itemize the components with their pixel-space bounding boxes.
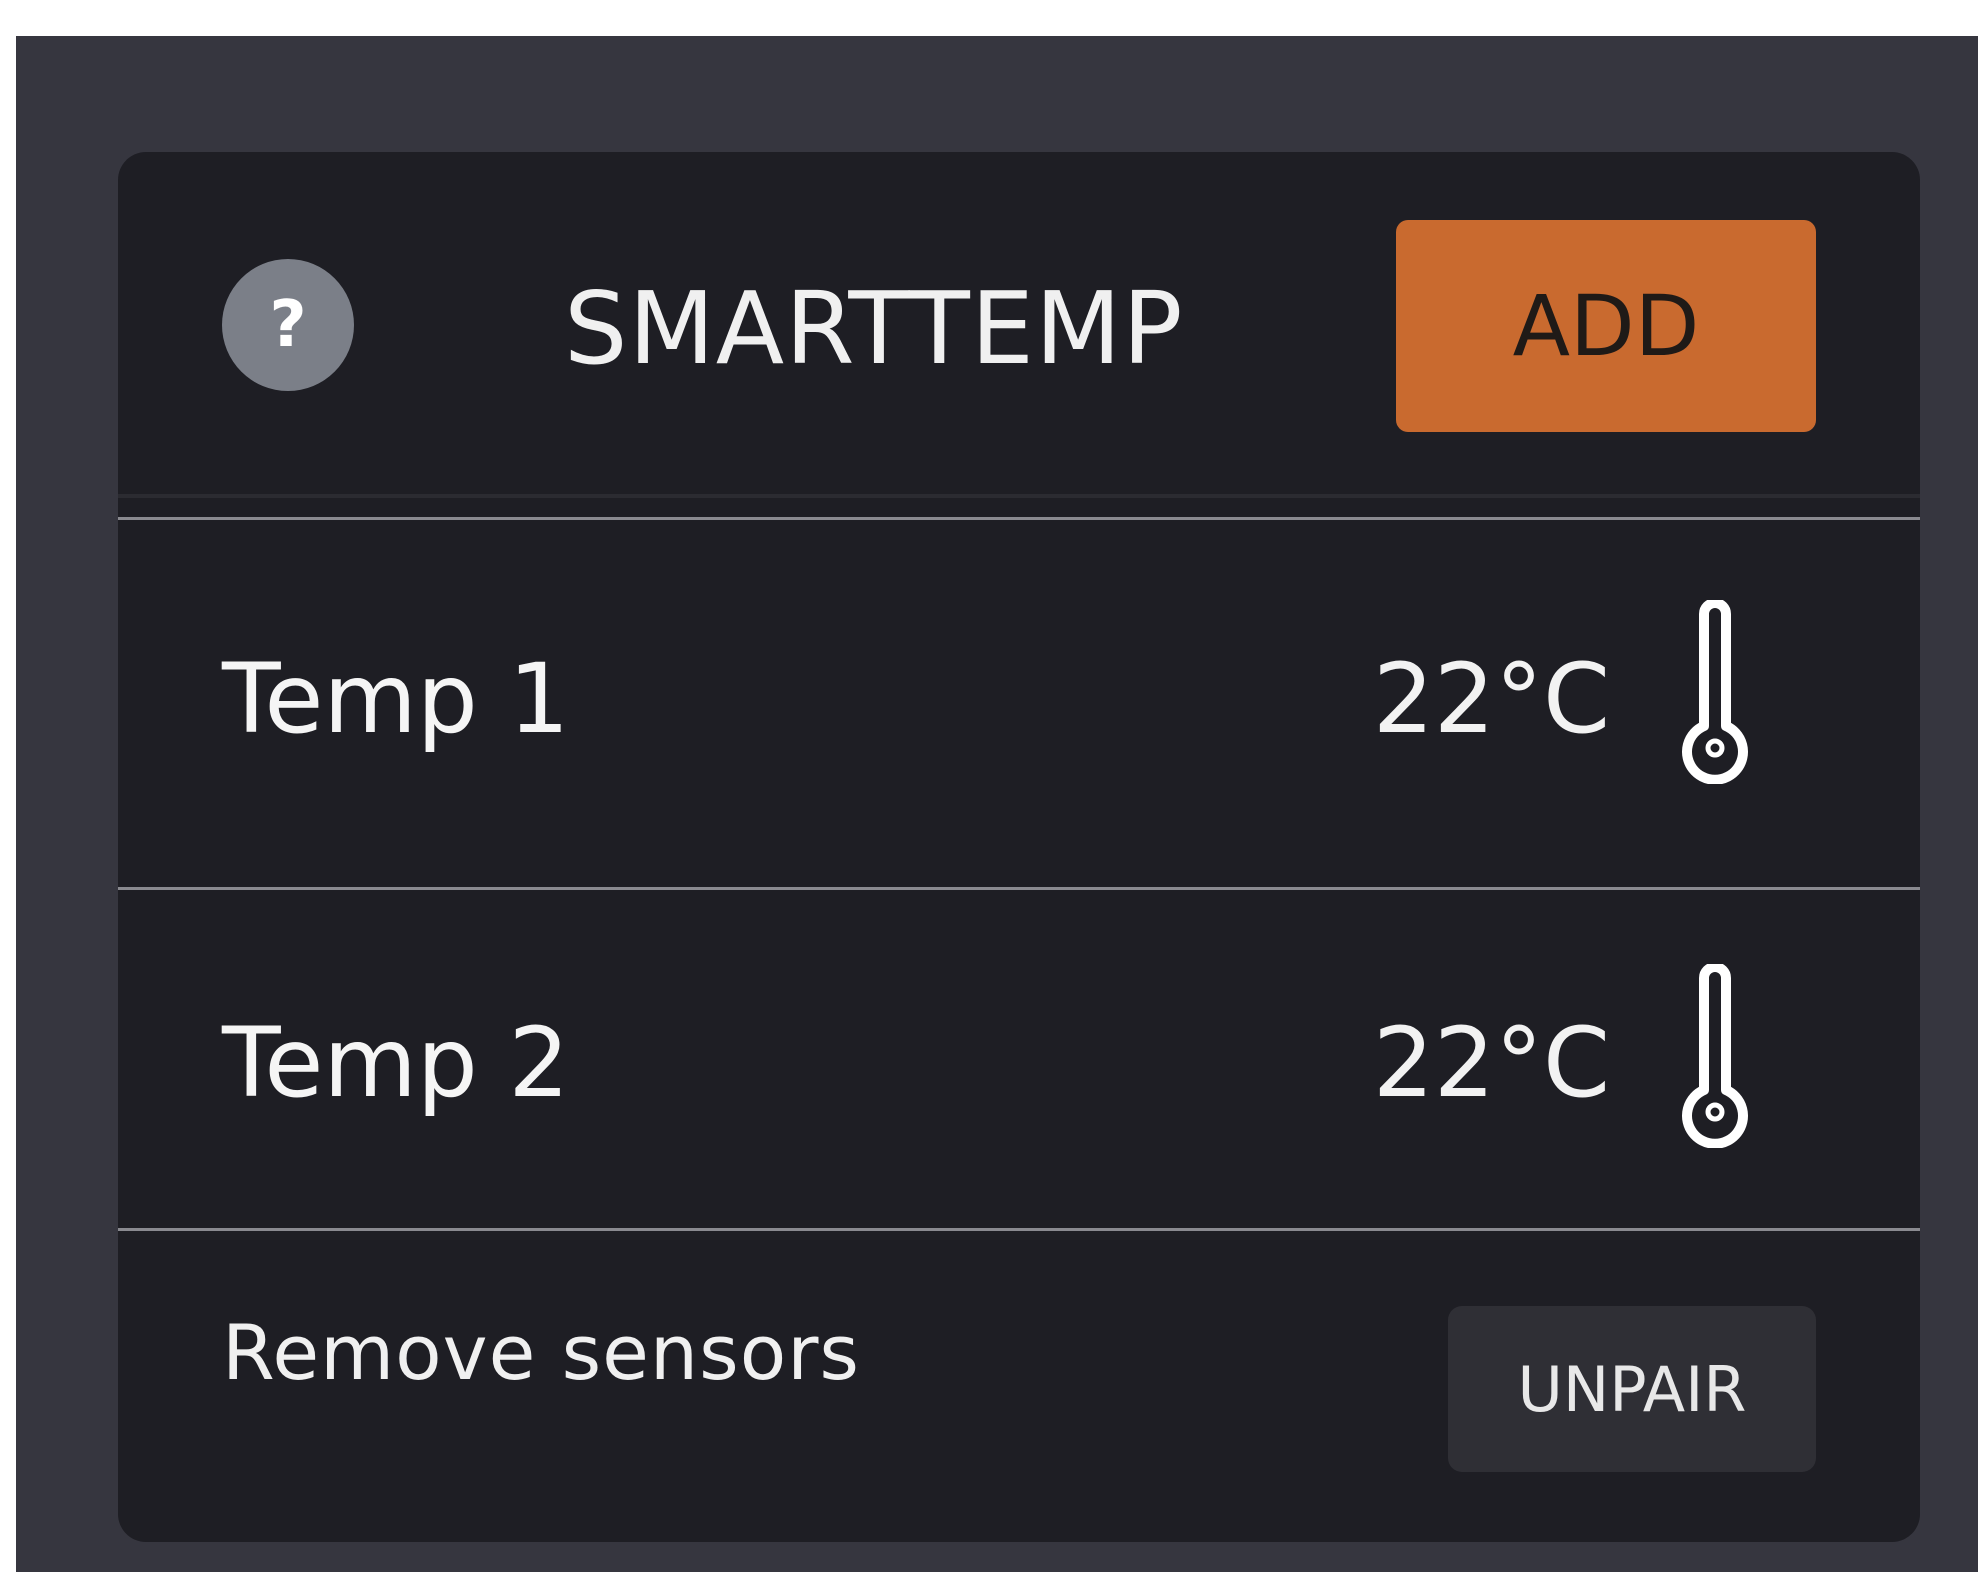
- help-icon[interactable]: ?: [222, 259, 354, 391]
- card-header: ? SMARTTEMP ADD: [118, 152, 1920, 500]
- sensor-value: 22°C: [1372, 1007, 1610, 1119]
- question-mark-glyph: ?: [269, 288, 307, 362]
- row-divider: [118, 887, 1920, 890]
- smarttemp-card: ? SMARTTEMP ADD Temp 1 22°C Temp 2 22°C: [118, 152, 1920, 1542]
- unpair-button[interactable]: UNPAIR: [1448, 1306, 1816, 1472]
- card-title: SMARTTEMP: [564, 270, 1184, 387]
- sensor-label: Temp 2: [222, 1007, 570, 1119]
- thermometer-icon: [1682, 600, 1748, 784]
- row-divider: [118, 1228, 1920, 1231]
- add-button[interactable]: ADD: [1396, 220, 1816, 432]
- panel-background: ? SMARTTEMP ADD Temp 1 22°C Temp 2 22°C: [16, 36, 1978, 1572]
- thermometer-icon: [1682, 964, 1748, 1148]
- sensor-label: Temp 1: [222, 643, 570, 755]
- header-divider: [118, 517, 1920, 520]
- remove-sensors-label: Remove sensors: [222, 1308, 861, 1397]
- header-divider-shadow: [118, 494, 1920, 498]
- sensor-value: 22°C: [1372, 643, 1610, 755]
